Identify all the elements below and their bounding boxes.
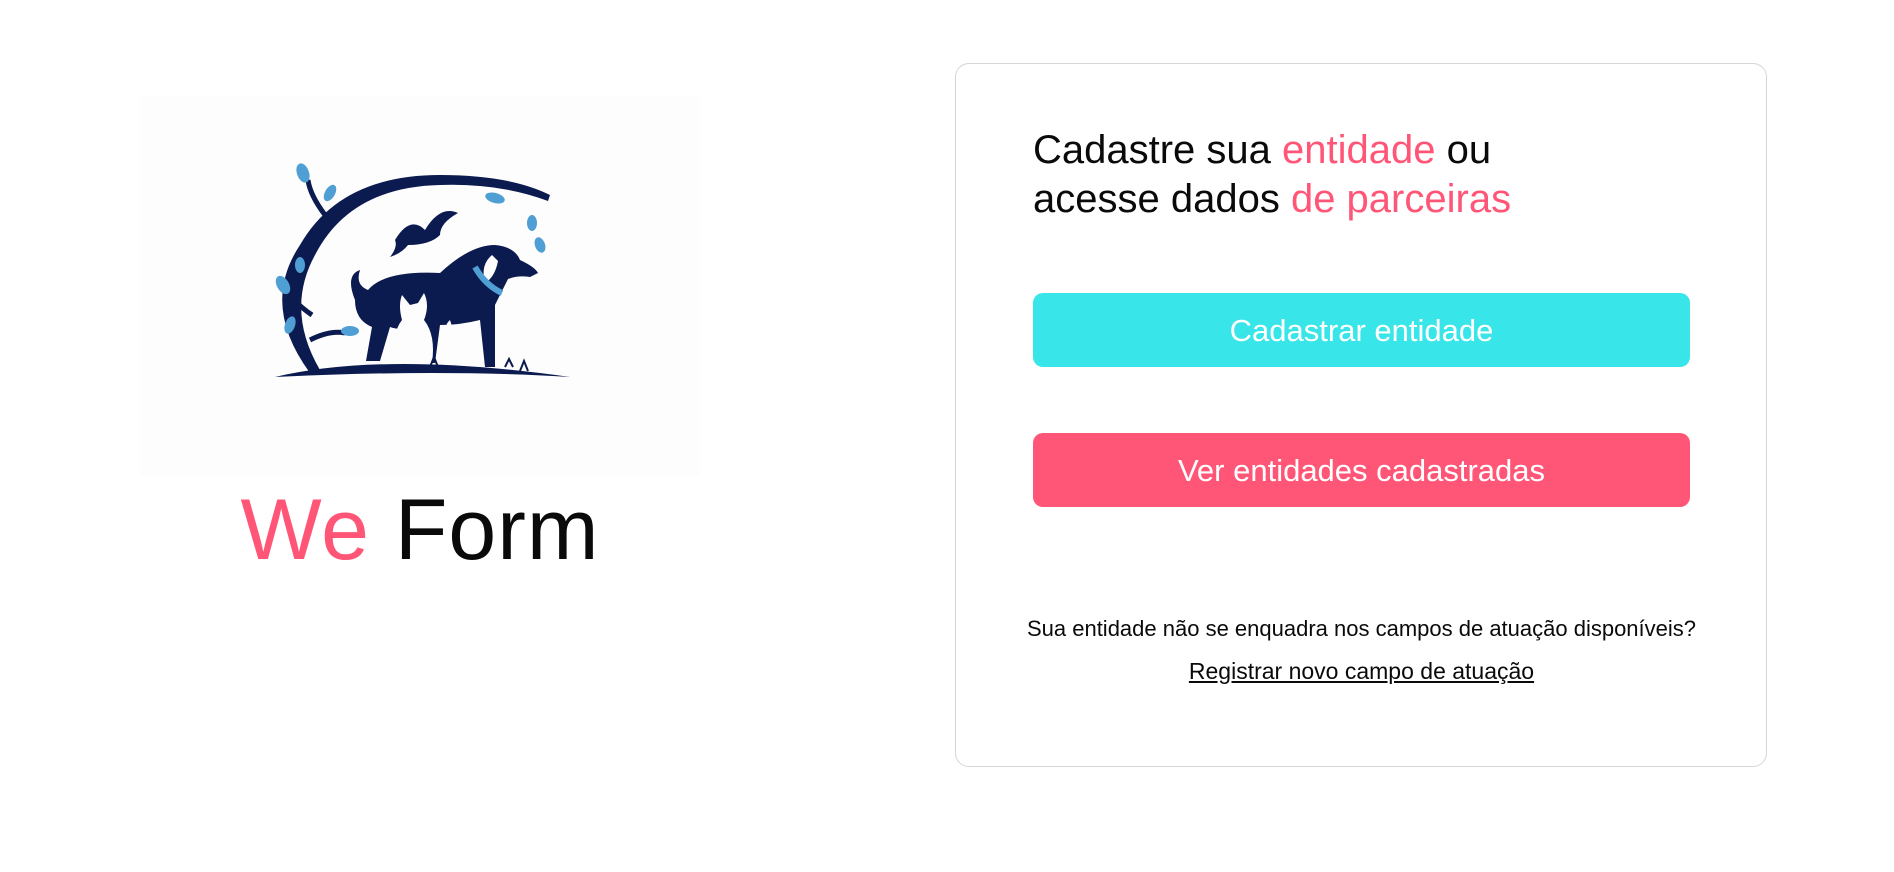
- field-note: Sua entidade não se enquadra nos campos …: [956, 616, 1767, 685]
- headline-text-3: acesse dados: [1033, 177, 1291, 221]
- headline-text-1: Cadastre sua: [1033, 128, 1283, 172]
- brand-name-form: Form: [394, 482, 600, 578]
- page: We Form Cadastre sua entidade ou acesse …: [0, 0, 1894, 872]
- register-field-link[interactable]: Registrar novo campo de atuação: [1189, 658, 1534, 685]
- entity-card: Cadastre sua entidade ou acesse dados de…: [955, 63, 1767, 767]
- headline-accent-2: de parceiras: [1290, 177, 1512, 221]
- field-question-text: Sua entidade não se enquadra nos campos …: [1026, 616, 1697, 641]
- pets-tree-logo-icon: [275, 163, 570, 377]
- brand-panel: We Form: [140, 95, 700, 615]
- brand-name-we: We: [240, 482, 370, 578]
- brand-wordmark: We Form: [140, 487, 700, 573]
- card-headline: Cadastre sua entidade ou acesse dados de…: [1033, 126, 1733, 224]
- logo: [140, 95, 700, 475]
- view-entities-button[interactable]: Ver entidades cadastradas: [1033, 433, 1690, 507]
- register-entity-button[interactable]: Cadastrar entidade: [1033, 293, 1690, 367]
- headline-accent-1: entidade: [1282, 128, 1436, 172]
- headline-text-2: ou: [1435, 128, 1492, 172]
